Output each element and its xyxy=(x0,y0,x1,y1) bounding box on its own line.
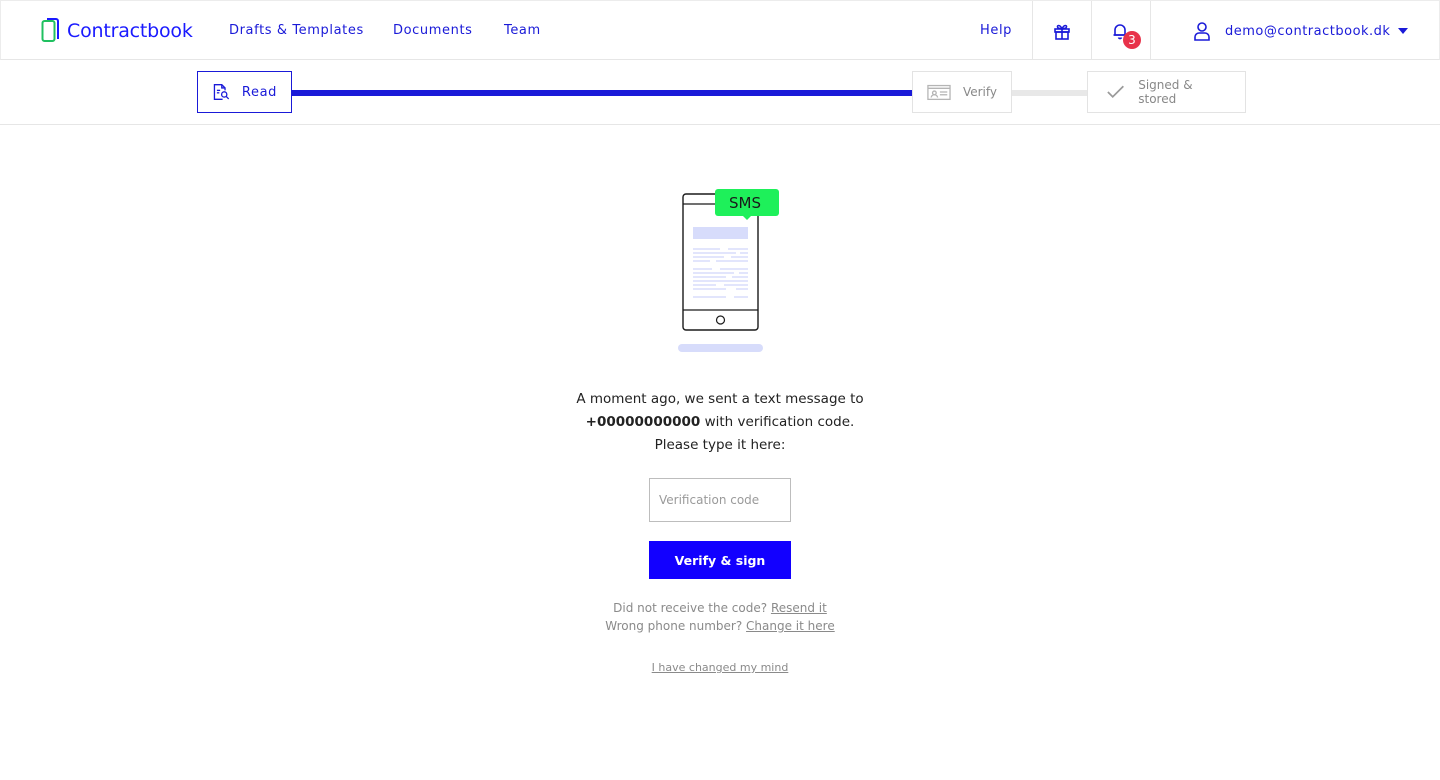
resend-hint: Did not receive the code? Resend it xyxy=(520,601,920,615)
verification-message: A moment ago, we sent a text message to … xyxy=(520,388,920,457)
sms-badge-text: SMS xyxy=(729,194,761,212)
nav-drafts-templates[interactable]: Drafts & Templates xyxy=(229,23,364,38)
nav-help[interactable]: Help xyxy=(980,23,1012,38)
id-card-icon xyxy=(927,84,951,101)
change-number-hint: Wrong phone number? Change it here xyxy=(520,619,920,633)
change-number-link[interactable]: Change it here xyxy=(746,619,835,633)
message-line-2: +00000000000 with verification code. xyxy=(520,411,920,434)
step-read-label: Read xyxy=(241,84,277,100)
nav-team[interactable]: Team xyxy=(504,23,541,38)
progress-track-pending xyxy=(1012,90,1088,96)
change-prefix: Wrong phone number? xyxy=(605,619,747,633)
message-line-1: A moment ago, we sent a text message to xyxy=(576,391,864,407)
user-email: demo@contractbook.dk xyxy=(1225,23,1391,39)
step-read[interactable]: Read xyxy=(197,71,292,113)
changed-mind-link[interactable]: I have changed my mind xyxy=(620,661,820,674)
phone-number: +00000000000 xyxy=(585,414,701,430)
verify-sign-button[interactable]: Verify & sign xyxy=(649,541,791,579)
top-navigation: Contractbook Drafts & Templates Document… xyxy=(0,0,1440,60)
signing-progress: Read Verify Signed & stored xyxy=(0,60,1440,125)
logo-text: Contractbook xyxy=(67,20,193,42)
logo[interactable]: Contractbook xyxy=(41,18,193,44)
contractbook-logo-icon xyxy=(41,18,59,42)
resend-prefix: Did not receive the code? xyxy=(613,601,771,615)
caret-down-icon xyxy=(1398,28,1409,34)
check-icon xyxy=(1107,85,1124,99)
message-line-2-suffix: with verification code. xyxy=(700,414,855,430)
phone-sms-illustration: SMS xyxy=(676,186,786,361)
gift-button[interactable] xyxy=(1033,1,1091,60)
gift-icon xyxy=(1054,24,1070,40)
message-line-3: Please type it here: xyxy=(654,437,786,453)
progress-track-complete xyxy=(292,90,912,96)
notifications-button[interactable] xyxy=(1092,1,1150,60)
step-verify-label: Verify xyxy=(962,85,997,99)
nav-documents[interactable]: Documents xyxy=(393,23,473,38)
user-menu[interactable]: demo@contractbook.dk xyxy=(1193,21,1409,41)
notification-count-badge: 3 xyxy=(1123,31,1141,49)
document-search-icon xyxy=(213,84,230,100)
resend-link[interactable]: Resend it xyxy=(771,601,827,615)
step-signed-stored[interactable]: Signed & stored xyxy=(1087,71,1246,113)
phone-sms-icon: SMS xyxy=(678,189,779,352)
step-signed-stored-label: Signed & stored xyxy=(1138,78,1193,106)
nav-divider xyxy=(1150,1,1151,60)
user-icon xyxy=(1194,22,1210,41)
step-verify[interactable]: Verify xyxy=(912,71,1012,113)
verification-code-input[interactable] xyxy=(649,478,791,522)
